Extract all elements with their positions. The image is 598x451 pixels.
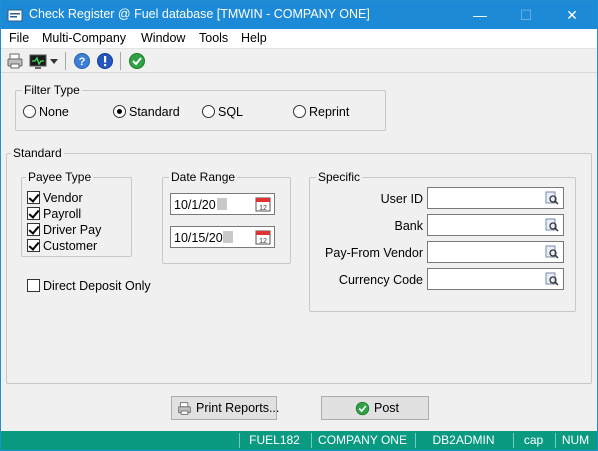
pay-from-vendor-label: Pay-From Vendor — [325, 246, 423, 260]
check-register-window: Check Register @ Fuel database [TMWIN - … — [0, 0, 598, 451]
status-caps: cap — [513, 433, 553, 448]
monitor-icon[interactable] — [29, 52, 47, 70]
checkmark-icon[interactable] — [128, 52, 146, 70]
window-title: Check Register @ Fuel database [TMWIN - … — [29, 7, 370, 21]
filter-type-label: Filter Type — [22, 83, 82, 97]
info-icon[interactable] — [96, 52, 114, 70]
toolbar-separator — [65, 52, 66, 70]
lookup-icon[interactable] — [545, 218, 559, 232]
close-button[interactable]: ✕ — [549, 1, 595, 29]
checkbox-direct-deposit-only[interactable]: Direct Deposit Only — [27, 279, 151, 293]
redacted-year — [223, 231, 233, 243]
print-reports-button[interactable]: Print Reports... — [171, 396, 280, 420]
post-label: Post — [374, 401, 400, 415]
printer-icon — [178, 402, 191, 415]
payee-type-group: Payee Type Vendor Payroll Driver Pay Cus… — [21, 170, 132, 257]
help-icon[interactable]: ? — [73, 52, 91, 70]
date-from-value: 10/1/20 — [174, 198, 216, 212]
filter-type-group: Filter Type None Standard SQL Reprint — [15, 83, 386, 131]
menu-multi-company[interactable]: Multi-Company — [42, 31, 126, 45]
menu-help[interactable]: Help — [241, 31, 267, 45]
pay-from-vendor-field[interactable] — [427, 241, 564, 263]
lookup-icon[interactable] — [545, 245, 559, 259]
printer-icon[interactable] — [6, 52, 24, 70]
minimize-button[interactable]: — — [457, 1, 503, 29]
checkmark-icon — [355, 401, 370, 416]
lookup-icon[interactable] — [545, 191, 559, 205]
date-to-field[interactable]: 10/15/20 12 — [170, 226, 275, 248]
svg-text:12: 12 — [259, 205, 267, 212]
menu-bar: File Multi-Company Window Tools Help — [1, 29, 597, 49]
title-bar[interactable]: Check Register @ Fuel database [TMWIN - … — [1, 1, 597, 29]
status-database: FUEL182 — [239, 433, 309, 448]
date-to-value: 10/15/20 — [174, 231, 223, 245]
radio-sql[interactable]: SQL — [202, 105, 243, 119]
calendar-icon[interactable]: 12 — [255, 196, 271, 212]
currency-code-label: Currency Code — [338, 273, 423, 287]
app-icon — [7, 9, 23, 22]
menu-file[interactable]: File — [9, 31, 29, 45]
menu-window[interactable]: Window — [141, 31, 185, 45]
bank-label: Bank — [394, 219, 424, 233]
status-bar: FUEL182 COMPANY ONE DB2ADMIN cap NUM — [1, 431, 597, 450]
date-range-group: Date Range — [162, 170, 291, 264]
radio-none[interactable]: None — [23, 105, 69, 119]
maximize-button[interactable]: ☐ — [503, 1, 549, 29]
date-range-label: Date Range — [169, 170, 238, 184]
toolbar: ? — [1, 49, 597, 73]
user-id-label: User ID — [380, 192, 423, 206]
print-reports-label: Print Reports... — [196, 401, 280, 415]
svg-text:12: 12 — [259, 238, 267, 245]
radio-standard[interactable]: Standard — [113, 105, 180, 119]
svg-text:?: ? — [79, 56, 86, 68]
bank-field[interactable] — [427, 214, 564, 236]
currency-code-field[interactable] — [427, 268, 564, 290]
lookup-icon[interactable] — [545, 272, 559, 286]
redacted-year — [217, 198, 227, 210]
specific-label: Specific — [316, 170, 363, 184]
checkbox-customer[interactable]: Customer — [27, 239, 97, 253]
calendar-icon[interactable]: 12 — [255, 229, 271, 245]
user-id-field[interactable] — [427, 187, 564, 209]
standard-label: Standard — [11, 146, 64, 160]
toolbar-separator — [120, 52, 121, 70]
checkbox-payroll[interactable]: Payroll — [27, 207, 81, 221]
radio-reprint[interactable]: Reprint — [293, 105, 349, 119]
checkbox-driver-pay[interactable]: Driver Pay — [27, 223, 101, 237]
status-user: DB2ADMIN — [415, 433, 511, 448]
checkbox-vendor[interactable]: Vendor — [27, 191, 83, 205]
dropdown-arrow-icon[interactable] — [49, 52, 59, 70]
menu-tools[interactable]: Tools — [199, 31, 228, 45]
payee-type-label: Payee Type — [26, 170, 94, 184]
post-button[interactable]: Post — [321, 396, 429, 420]
date-from-field[interactable]: 10/1/20 12 — [170, 193, 275, 215]
status-company: COMPANY ONE — [311, 433, 413, 448]
status-numlock: NUM — [555, 433, 595, 448]
